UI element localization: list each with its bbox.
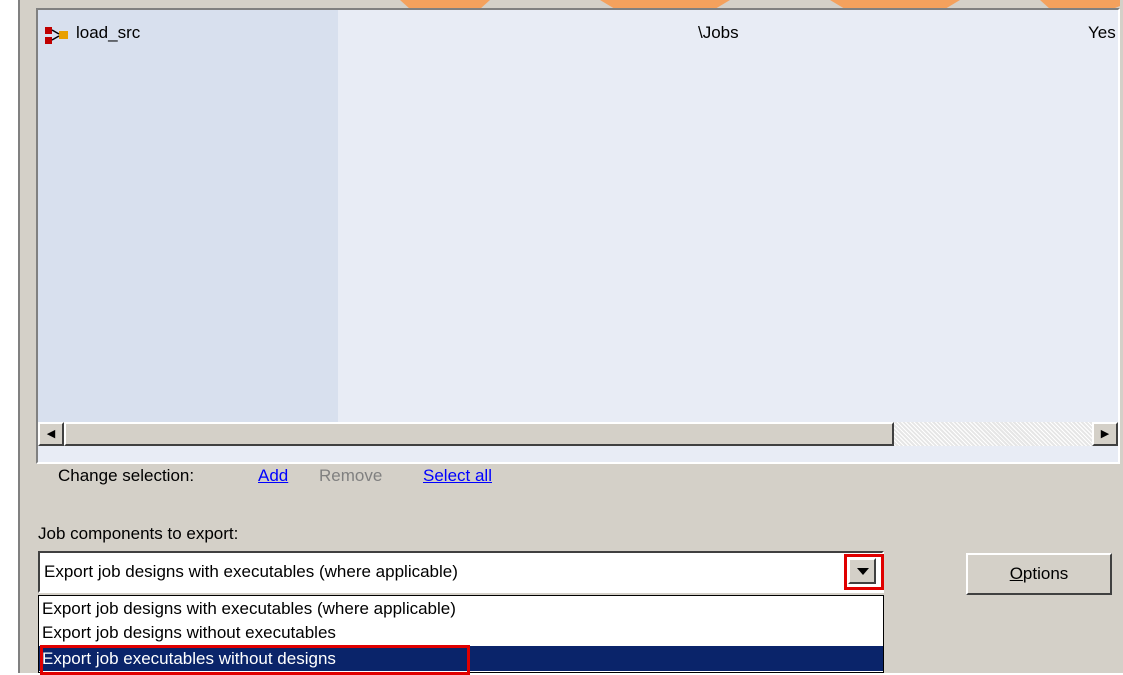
dropdown-option-label: Export job designs with executables (whe… <box>42 599 456 618</box>
add-link[interactable]: Add <box>258 466 288 486</box>
job-executable: Yes <box>1088 23 1116 42</box>
job-name: load_src <box>76 23 141 42</box>
change-selection-label: Change selection: <box>58 466 195 485</box>
dropdown-option[interactable]: Export job designs with executables (whe… <box>39 596 883 621</box>
export-type-value: Export job designs with executables (whe… <box>44 562 458 581</box>
job-list: load_src \Jobs Yes ◀ ▶ <box>36 8 1120 464</box>
name-column-background <box>38 10 338 422</box>
dropdown-highlight-box <box>844 554 884 590</box>
select-all-link[interactable]: Select all <box>423 466 492 486</box>
remove-link: Remove <box>319 466 383 485</box>
table-row[interactable]: load_src \Jobs Yes <box>38 22 1118 48</box>
options-label: ptions <box>1022 564 1069 583</box>
export-dialog: load_src \Jobs Yes ◀ ▶ Change selection:… <box>18 0 1123 675</box>
job-icon <box>45 27 68 44</box>
change-selection-bar: Change selection: Add Remove Select all <box>36 440 1116 485</box>
export-type-combobox[interactable]: Export job designs with executables (whe… <box>38 551 884 593</box>
dropdown-option-label: Export job designs without executables <box>42 623 336 642</box>
options-button[interactable]: Options <box>966 553 1112 595</box>
option-highlight-box <box>40 645 470 675</box>
job-type: \Jobs <box>698 23 739 42</box>
export-components-label: Job components to export: <box>38 524 239 543</box>
dropdown-option[interactable]: Export job designs without executables <box>39 620 883 645</box>
options-mnemonic: O <box>1009 564 1023 583</box>
